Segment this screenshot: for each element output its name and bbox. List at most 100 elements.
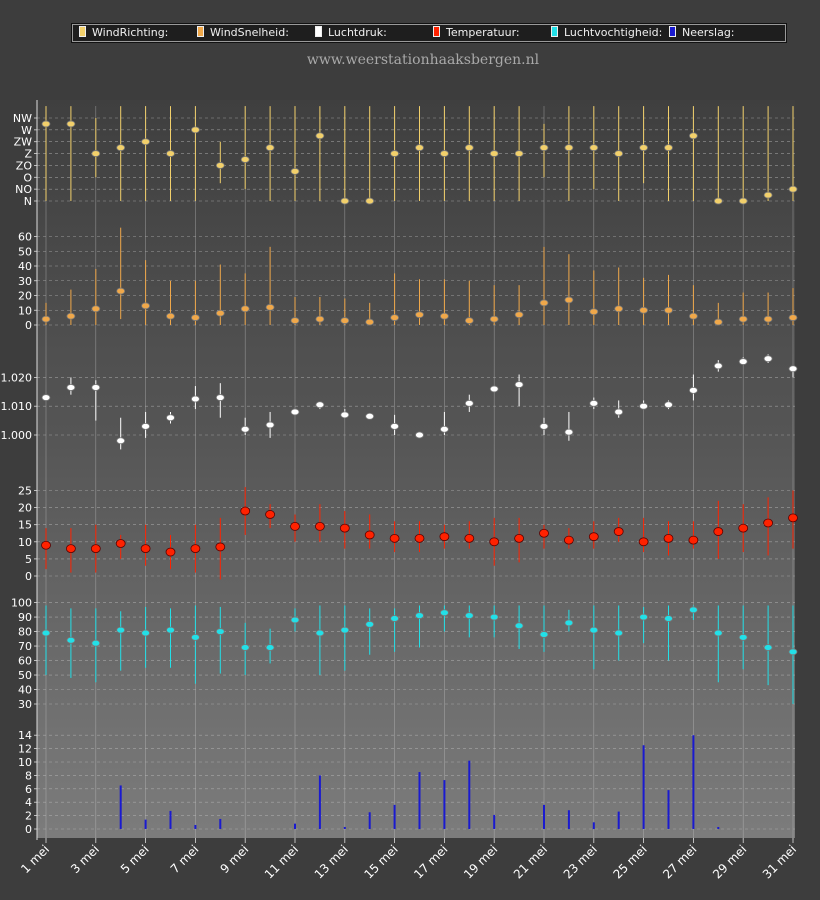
data-point [489, 613, 499, 621]
data-point [66, 544, 76, 554]
data-point [141, 629, 151, 637]
data-point [389, 533, 400, 543]
y-tick-label: W [21, 124, 32, 137]
data-point [788, 185, 798, 193]
data-point [664, 615, 673, 622]
data-point [763, 355, 773, 363]
x-tick-label: 29 mei [710, 842, 749, 881]
data-point [689, 606, 698, 614]
plot-background [37, 100, 795, 838]
data-point [240, 644, 250, 651]
data-point [788, 648, 798, 656]
data-point [240, 305, 250, 313]
data-point [116, 437, 126, 445]
rain-bar [418, 772, 421, 829]
data-point [141, 138, 151, 146]
data-point [315, 132, 325, 140]
x-tick-label: 9 mei [217, 842, 251, 876]
data-point [265, 144, 275, 152]
data-point [689, 386, 698, 394]
data-point [340, 317, 350, 324]
data-point [166, 312, 175, 320]
x-tick-label: 1 mei [18, 842, 52, 876]
data-point [315, 315, 325, 323]
data-point [713, 197, 723, 205]
data-point [166, 626, 175, 634]
data-point [315, 629, 325, 637]
data-point [265, 303, 275, 311]
data-point [439, 609, 449, 617]
data-point [265, 644, 275, 651]
x-tick-label: 7 mei [168, 842, 202, 876]
data-point [165, 547, 176, 557]
x-tick-label: 21 mei [511, 842, 550, 881]
data-point [415, 144, 424, 152]
data-point [564, 144, 574, 152]
data-point [41, 629, 51, 637]
rain-bar [543, 804, 545, 829]
x-tick-label: 11 mei [262, 842, 301, 881]
data-point [564, 619, 574, 627]
rain-bar [493, 814, 496, 829]
y-tick-label: 0 [25, 823, 32, 836]
data-point [788, 365, 798, 373]
y-tick-label: 15 [18, 519, 32, 532]
data-point [215, 162, 225, 169]
data-point [240, 425, 250, 433]
y-tick-label: O [23, 171, 32, 184]
data-point [116, 144, 126, 152]
data-point [66, 312, 76, 320]
data-point [489, 385, 499, 393]
y-tick-label: 4 [25, 796, 32, 809]
data-point [41, 540, 51, 550]
data-point [713, 629, 723, 637]
rain-bar [443, 780, 446, 829]
data-point [340, 411, 350, 419]
data-point [290, 317, 300, 324]
data-point [41, 120, 51, 128]
data-point [464, 399, 474, 407]
data-point [66, 636, 76, 644]
rain-bar [567, 810, 570, 829]
y-tick-label: 10 [18, 756, 32, 769]
data-point [464, 612, 474, 620]
data-point [613, 527, 624, 536]
data-point [664, 401, 673, 409]
data-point [315, 401, 325, 409]
y-tick-label: ZO [16, 159, 33, 172]
data-point [763, 191, 773, 199]
y-tick-label: 90 [18, 611, 32, 624]
data-point [116, 626, 126, 634]
y-tick-label: 14 [18, 729, 32, 742]
y-tick-label: 100 [11, 597, 32, 610]
data-point [240, 506, 251, 516]
data-point [589, 308, 599, 316]
data-point [166, 150, 175, 157]
data-point [190, 314, 200, 322]
data-point [415, 311, 424, 319]
data-point [290, 522, 300, 531]
data-point [514, 381, 524, 389]
data-point [240, 156, 250, 163]
data-point [190, 633, 200, 641]
y-tick-label: 2 [25, 810, 32, 823]
data-point [788, 513, 798, 523]
data-point [215, 542, 226, 552]
data-point [689, 312, 698, 320]
data-point [364, 530, 375, 540]
data-point [439, 150, 449, 157]
y-tick-label: 1.000 [1, 429, 33, 442]
data-point [190, 544, 201, 554]
data-point [314, 522, 325, 531]
data-point [514, 150, 524, 157]
data-point [265, 421, 275, 429]
rain-bar [717, 826, 720, 829]
data-point [464, 144, 474, 152]
data-point [514, 311, 524, 319]
data-point [539, 528, 549, 538]
data-point [190, 126, 200, 134]
data-point [439, 532, 450, 542]
data-point [539, 631, 549, 638]
data-point [689, 132, 698, 140]
data-point [66, 384, 76, 391]
